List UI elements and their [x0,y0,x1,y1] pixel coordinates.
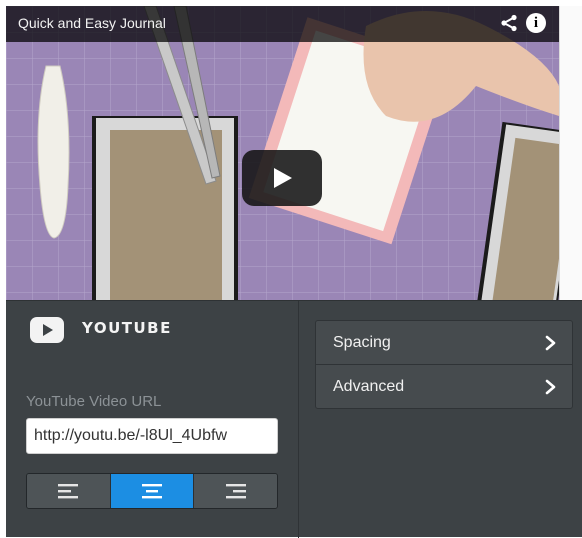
url-input[interactable] [26,418,278,454]
youtube-icon [30,317,64,343]
chevron-right-icon [545,335,556,351]
settings-column: Spacing Advanced [299,301,582,538]
spacing-label: Spacing [333,334,391,351]
video-top-bar: Quick and Easy Journal i [6,6,559,42]
alignment-group [26,473,278,509]
url-label: YouTube Video URL [26,393,162,410]
video-player[interactable]: Quick and Easy Journal i [6,6,559,304]
share-icon[interactable] [500,14,518,32]
right-gutter [559,6,582,304]
module-column: YOUTUBE YouTube Video URL [6,301,298,538]
align-left-icon [58,484,79,499]
advanced-item[interactable]: Advanced [315,364,573,409]
chevron-right-icon [545,379,556,395]
align-center-icon [142,484,162,499]
module-title: YOUTUBE [82,319,172,337]
advanced-label: Advanced [333,378,405,395]
spacing-item[interactable]: Spacing [315,320,573,365]
play-button[interactable] [242,150,322,206]
align-right-icon [225,484,246,499]
align-left-button[interactable] [27,474,111,508]
info-icon[interactable]: i [526,13,546,33]
play-icon [274,168,292,188]
settings-panel: YOUTUBE YouTube Video URL http://youtu.b… [6,300,582,538]
video-title[interactable]: Quick and Easy Journal [18,15,166,31]
align-center-button[interactable] [110,474,195,508]
align-right-button[interactable] [194,474,277,508]
